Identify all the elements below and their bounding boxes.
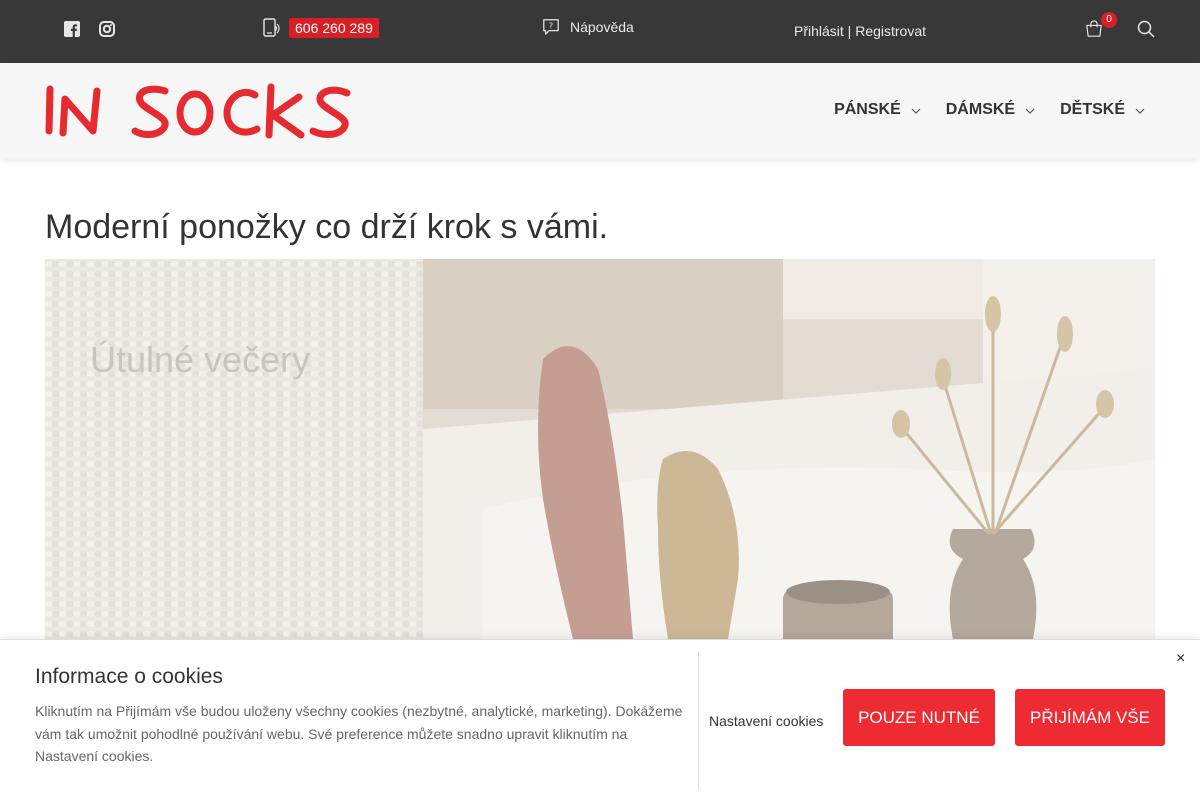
nav-item-detske[interactable]: DĚTSKÉ	[1060, 101, 1145, 119]
search-icon	[1137, 20, 1155, 38]
nav-item-panske[interactable]: PÁNSKÉ	[834, 101, 921, 119]
search-button[interactable]	[1137, 20, 1155, 43]
nav-item-label: DĚTSKÉ	[1060, 101, 1125, 118]
phone-number[interactable]: 606 260 289	[289, 18, 379, 38]
help-icon: ?	[542, 18, 560, 36]
chevron-down-icon	[1025, 101, 1035, 119]
social-links	[63, 20, 116, 38]
main-nav: PÁNSKÉ DÁMSKÉ DĚTSKÉ	[834, 101, 1145, 119]
cart-button[interactable]: 0	[1085, 12, 1117, 44]
top-bar: 606 260 289 ? Nápověda Přihlásit | Regis…	[0, 0, 1200, 63]
help-link[interactable]: ? Nápověda	[542, 18, 634, 36]
facebook-icon[interactable]	[63, 20, 81, 38]
cookie-banner: Informace o cookies Kliknutím na Přijímá…	[0, 639, 1200, 800]
hero-knit-panel: Útulné večery	[45, 259, 423, 639]
necessary-only-button[interactable]: POUZE NUTNÉ	[843, 689, 995, 746]
hero-photo	[423, 259, 1155, 639]
nav-item-label: DÁMSKÉ	[945, 101, 1016, 118]
site-header: PÁNSKÉ DÁMSKÉ DĚTSKÉ	[0, 63, 1200, 158]
nav-item-damske[interactable]: DÁMSKÉ	[946, 101, 1035, 119]
chevron-down-icon	[911, 101, 921, 119]
page-title: Moderní ponožky co drží krok s vámi.	[45, 208, 609, 246]
phone-contact[interactable]: 606 260 289	[263, 18, 379, 38]
cookie-description: Kliknutím na Přijímám vše budou uloženy …	[35, 703, 683, 764]
cookie-title: Informace o cookies	[35, 665, 223, 688]
login-register-link[interactable]: Přihlásit | Registrovat	[794, 23, 926, 39]
chevron-down-icon	[1135, 101, 1145, 119]
logo[interactable]	[45, 81, 355, 148]
close-icon[interactable]: ×	[1176, 650, 1185, 668]
accept-all-button[interactable]: PŘIJÍMÁM VŠE	[1015, 689, 1165, 746]
hero-banner[interactable]: Útulné večery	[45, 259, 1155, 639]
hero-caption: Útulné večery	[90, 339, 311, 380]
cart-count-badge: 0	[1101, 12, 1117, 28]
instagram-icon[interactable]	[98, 20, 116, 38]
cookie-settings-link[interactable]: Nastavení cookies	[709, 713, 823, 729]
cookie-divider	[698, 652, 699, 790]
svg-text:?: ?	[549, 20, 553, 30]
cart-icon	[1085, 20, 1103, 38]
nav-item-label: PÁNSKÉ	[834, 101, 901, 118]
phone-icon	[263, 18, 281, 37]
help-label: Nápověda	[570, 19, 634, 35]
